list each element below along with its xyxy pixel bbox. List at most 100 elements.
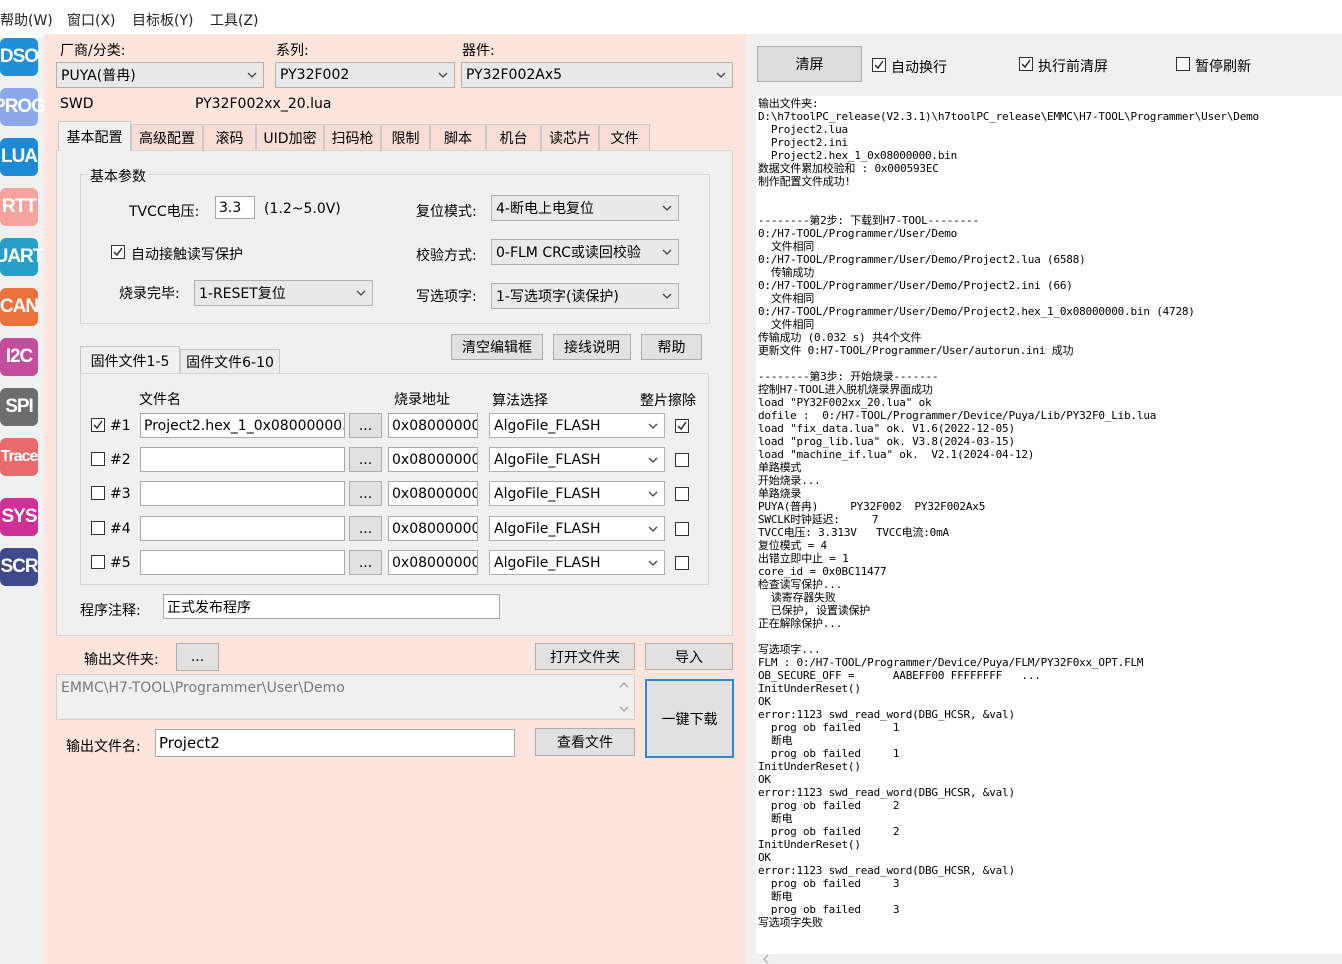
menu-window[interactable]: 窗口(X) <box>67 10 116 30</box>
browse-file-button[interactable]: ... <box>349 516 382 541</box>
comment-input[interactable]: 正式发布程序 <box>163 594 500 619</box>
check-icon <box>874 60 884 70</box>
option-byte-select[interactable]: 1-写选项字(读保护) <box>491 283 679 309</box>
device-select[interactable]: PY32F002Ax5 <box>461 62 733 88</box>
sidebar-can-button[interactable]: CAN <box>0 288 39 326</box>
pause-refresh-label: 暂停刷新 <box>1195 59 1251 75</box>
auto-wrap-checkbox[interactable] <box>872 58 886 72</box>
tab-5[interactable]: 限制 <box>381 124 430 150</box>
sidebar-trace-button[interactable]: Trace <box>0 438 38 476</box>
firmware-enable-checkbox[interactable] <box>91 555 105 569</box>
chevron-down-icon <box>648 560 658 566</box>
reset-mode-select[interactable]: 4-断电上电复位 <box>491 195 679 221</box>
algo-select[interactable]: AlgoFile_FLASH <box>489 413 665 438</box>
tab-4[interactable]: 扫码枪 <box>324 124 381 150</box>
chip-erase-checkbox[interactable] <box>675 522 689 536</box>
view-file-button[interactable]: 查看文件 <box>535 728 635 756</box>
verify-select[interactable]: 0-FLM CRC或读回校验 <box>491 239 679 265</box>
firmware-file-input[interactable] <box>140 481 345 506</box>
firmware-file-input[interactable] <box>140 447 345 472</box>
tab-firmware-1-5[interactable]: 固件文件1-5 <box>80 346 180 374</box>
check-icon <box>677 421 687 431</box>
chip-erase-checkbox[interactable] <box>675 419 689 433</box>
chip-erase-checkbox[interactable] <box>675 556 689 570</box>
clear-before-checkbox[interactable] <box>1019 57 1033 71</box>
chevron-down-icon <box>648 457 658 463</box>
output-path-box[interactable]: EMMC\H7-TOOL\Programmer\User\Demo <box>56 674 635 720</box>
chevron-down-icon <box>438 72 448 78</box>
browse-file-button[interactable]: ... <box>349 550 382 575</box>
tab-9[interactable]: 文件 <box>599 124 650 150</box>
tab-8[interactable]: 读芯片 <box>541 124 599 150</box>
wiring-help-button[interactable]: 接线说明 <box>553 334 631 360</box>
sidebar-rtt-button[interactable]: RTT <box>0 188 38 226</box>
algo-select[interactable]: AlgoFile_FLASH <box>489 550 665 575</box>
algo-select[interactable]: AlgoFile_FLASH <box>489 516 665 541</box>
firmware-address-input[interactable]: 0x08000000 <box>388 550 478 575</box>
firmware-enable-checkbox[interactable] <box>91 418 105 432</box>
firmware-address-input[interactable]: 0x08000000 <box>388 516 478 541</box>
scroll-left-icon[interactable] <box>760 954 772 964</box>
tvcc-input[interactable]: 3.3 <box>215 196 255 219</box>
pause-refresh-checkbox[interactable] <box>1176 57 1190 71</box>
firmware-enable-checkbox[interactable] <box>91 486 105 500</box>
tab-firmware-6-10[interactable]: 固件文件6-10 <box>180 349 280 374</box>
scroll-down-icon[interactable] <box>618 704 630 714</box>
firmware-file-input[interactable] <box>140 516 345 541</box>
series-label: 系列: <box>276 43 309 59</box>
algo-select[interactable]: AlgoFile_FLASH <box>489 481 665 506</box>
tab-1[interactable]: 高级配置 <box>131 124 203 150</box>
auto-protect-checkbox[interactable] <box>111 245 125 259</box>
clear-editor-button[interactable]: 清空编辑框 <box>451 334 543 360</box>
series-select[interactable]: PY32F002 <box>275 62 455 88</box>
clear-before-label: 执行前清屏 <box>1038 59 1108 75</box>
menu-tools[interactable]: 工具(Z) <box>210 10 259 30</box>
chevron-down-icon <box>662 293 672 299</box>
sidebar-uart-button[interactable]: UART <box>0 238 44 276</box>
chip-erase-checkbox[interactable] <box>675 487 689 501</box>
sidebar-lua-button[interactable]: LUA <box>0 138 38 176</box>
sidebar-spi-button[interactable]: SPI <box>0 388 38 426</box>
browse-file-button[interactable]: ... <box>349 447 382 472</box>
device-label: 器件: <box>462 43 495 59</box>
tvcc-range: (1.2~5.0V) <box>264 201 341 217</box>
log-output[interactable]: 输出文件夹: D:\h7toolPC_release(V2.3.1)\h7too… <box>756 96 1342 954</box>
tvcc-label: TVCC电压: <box>129 204 200 220</box>
sidebar-scr-button[interactable]: SCR <box>0 548 39 586</box>
one-click-download-button[interactable]: 一键下载 <box>645 679 734 758</box>
tab-0[interactable]: 基本配置 <box>58 121 131 151</box>
vendor-select[interactable]: PUYA(普冉) <box>56 62 264 88</box>
firmware-address-input[interactable]: 0x08000000 <box>388 413 478 438</box>
header-filename: 文件名 <box>139 392 181 408</box>
firmware-address-input[interactable]: 0x08000000 <box>388 447 478 472</box>
chip-erase-checkbox[interactable] <box>675 453 689 467</box>
help-button[interactable]: 帮助 <box>641 334 702 360</box>
firmware-file-input[interactable] <box>140 550 345 575</box>
menu-target-board[interactable]: 目标板(Y) <box>132 10 193 30</box>
tab-6[interactable]: 脚本 <box>430 124 486 150</box>
sidebar-prog-button[interactable]: PROG <box>0 88 46 126</box>
menu-help[interactable]: 帮助(W) <box>0 10 53 30</box>
firmware-enable-checkbox[interactable] <box>91 521 105 535</box>
firmware-file-input[interactable]: Project2.hex_1_0x08000000.bin <box>140 413 345 438</box>
finish-select[interactable]: 1-RESET复位 <box>194 280 373 306</box>
chevron-down-icon <box>648 526 658 532</box>
import-button[interactable]: 导入 <box>645 643 733 670</box>
tab-7[interactable]: 机台 <box>486 124 541 150</box>
tab-2[interactable]: 滚码 <box>203 124 256 150</box>
output-name-input[interactable]: Project2 <box>155 729 515 757</box>
clear-screen-button[interactable]: 清屏 <box>757 46 862 82</box>
algo-select[interactable]: AlgoFile_FLASH <box>489 447 665 472</box>
sidebar-sys-button[interactable]: SYS <box>0 498 38 536</box>
tab-3[interactable]: UID加密 <box>256 124 324 150</box>
sidebar-i2c-button[interactable]: I2C <box>0 338 38 376</box>
browse-folder-button[interactable]: ... <box>176 643 219 671</box>
firmware-enable-checkbox[interactable] <box>91 452 105 466</box>
sidebar-dso-button[interactable]: DSO <box>0 38 39 76</box>
open-folder-button[interactable]: 打开文件夹 <box>535 643 635 670</box>
browse-file-button[interactable]: ... <box>349 481 382 506</box>
scroll-up-icon[interactable] <box>618 680 630 690</box>
browse-file-button[interactable]: ... <box>349 413 382 438</box>
firmware-address-input[interactable]: 0x08000000 <box>388 481 478 506</box>
output-path-text: EMMC\H7-TOOL\Programmer\User\Demo <box>61 680 345 696</box>
